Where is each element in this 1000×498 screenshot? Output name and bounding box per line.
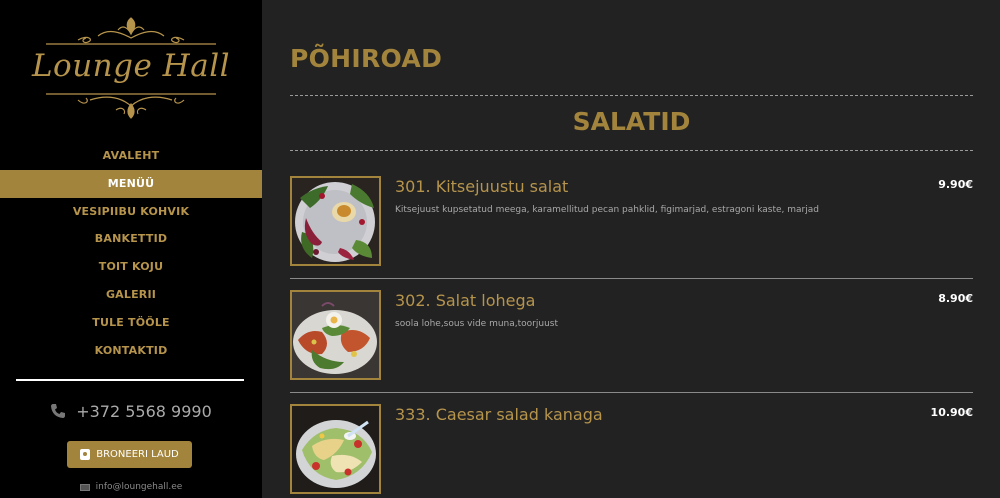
nav-item-galerii[interactable]: GALERII (0, 281, 262, 309)
nav-item-tule-toole[interactable]: TULE TÖÖLE (0, 309, 262, 337)
phone-icon (51, 404, 66, 418)
menu-item-price: 8.90€ (938, 292, 973, 305)
menu-item[interactable]: 302. Salat lohega soola lohe,sous vide m… (290, 290, 973, 405)
nav-item-vesipiibu-kohvik[interactable]: VESIPIIBU KOHVIK (0, 198, 262, 226)
nav-item-menuu[interactable]: MENÜÜ (0, 169, 262, 198)
mail-icon (79, 483, 90, 491)
book-table-button[interactable]: BRONEERI LAUD (67, 441, 192, 468)
calendar-icon (80, 449, 91, 460)
phone-number: +372 5568 9990 (76, 401, 212, 421)
page-title: PÕHIROAD (290, 44, 443, 73)
menu-item-name[interactable]: 301. Kitsejuustu salat (395, 177, 568, 196)
nav-item-toit-koju[interactable]: TOIT KOJU (0, 253, 262, 281)
menu-item-name[interactable]: 302. Salat lohega (395, 291, 535, 310)
menu-item-description: soola lohe,sous vide muna,toorjuust (395, 319, 558, 329)
book-table-label: BRONEERI LAUD (96, 449, 179, 460)
nav-item-bankettid[interactable]: BANKETTID (0, 225, 262, 253)
menu-item-photo[interactable] (290, 290, 381, 380)
section-divider (290, 150, 973, 151)
logo[interactable]: Lounge Hall (28, 14, 234, 124)
section-title: SALATID (572, 107, 691, 136)
menu-item-photo[interactable] (290, 404, 381, 494)
menu-item-description: Kitsejuust kupsetatud meega, karamellitu… (395, 205, 819, 215)
menu-item[interactable]: 333. Caesar salad kanaga 10.90€ (290, 404, 973, 498)
sidebar: Lounge Hall AVALEHT MENÜÜ VESIPIIBU KOHV… (0, 0, 262, 498)
menu-item-separator (290, 278, 973, 279)
nav-item-kontaktid[interactable]: KONTAKTID (0, 337, 262, 365)
title-divider (290, 95, 973, 96)
menu-item-name[interactable]: 333. Caesar salad kanaga (395, 405, 603, 424)
main-nav: AVALEHT MENÜÜ VESIPIIBU KOHVIK BANKETTID… (0, 142, 262, 364)
menu-item-photo[interactable] (290, 176, 381, 266)
menu-item-price: 10.90€ (930, 406, 973, 419)
menu-item-price: 9.90€ (938, 178, 973, 191)
nav-item-avaleht[interactable]: AVALEHT (0, 142, 262, 170)
menu-item[interactable]: 301. Kitsejuustu salat Kitsejuust kupset… (290, 176, 973, 291)
email-address: info@loungehall.ee (95, 482, 183, 492)
phone-contact[interactable]: +372 5568 9990 (0, 398, 262, 424)
sidebar-divider (16, 379, 244, 381)
menu-item-separator (290, 392, 973, 393)
main-content: PÕHIROAD SALATID 301. Kitsejuustu salat … (262, 0, 1000, 498)
logo-text: Lounge Hall (31, 48, 231, 84)
email-contact[interactable]: info@loungehall.ee (0, 482, 262, 492)
